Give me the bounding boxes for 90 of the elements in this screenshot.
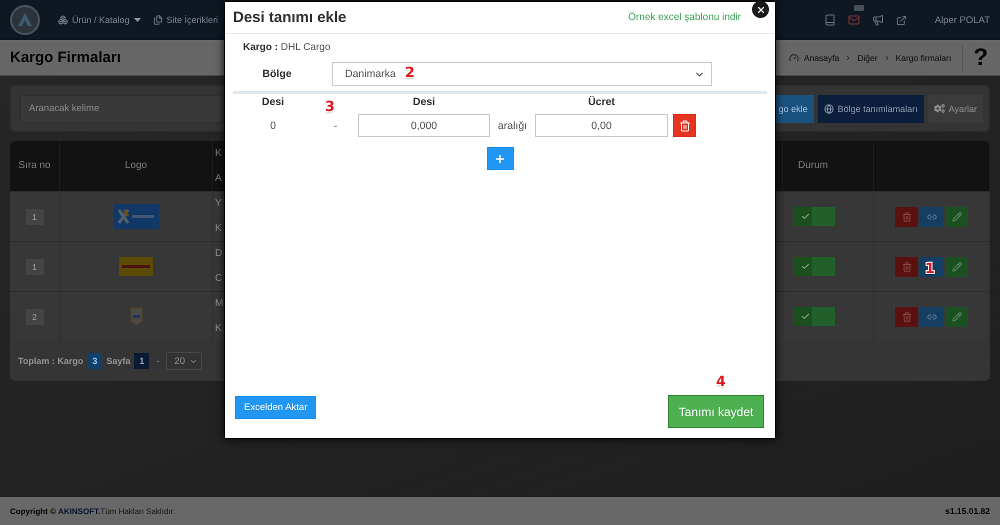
table-cell-text: K: [215, 223, 222, 235]
column-header: Logo: [124, 160, 148, 172]
table-cell-text: M: [215, 298, 224, 310]
rank-number: 1: [26, 208, 44, 224]
save-button[interactable]: Tanımı kaydet: [668, 395, 764, 428]
company-logo: [114, 204, 158, 229]
page-title: Kargo Firmaları: [10, 49, 121, 66]
total-label: Toplam : Kargo: [18, 356, 84, 366]
plus-icon: [494, 152, 506, 164]
desi-input[interactable]: 0,000: [358, 114, 490, 137]
globe-icon: [824, 104, 834, 114]
table-cell-text: Y: [215, 198, 222, 210]
notification-badge: [854, 5, 864, 11]
add-row-button[interactable]: [486, 147, 514, 170]
table-cell-text: K: [215, 323, 222, 335]
desi-start-value: 0: [270, 120, 276, 132]
close-button[interactable]: [752, 1, 769, 18]
delete-button[interactable]: [895, 306, 918, 326]
link-button[interactable]: [920, 256, 943, 276]
breadcrumb-link[interactable]: Diğer: [857, 52, 878, 62]
delete-row-button[interactable]: [673, 114, 696, 137]
range-dash: -: [334, 120, 338, 132]
table-cell-text: C: [215, 273, 222, 285]
annotation-number: 4: [716, 374, 726, 390]
status-toggle[interactable]: [793, 257, 835, 276]
column-header: Desi: [412, 96, 436, 108]
check-icon: [801, 312, 810, 321]
delete-button[interactable]: [895, 206, 918, 226]
pencil-icon: [952, 262, 962, 272]
company-logo: [119, 257, 153, 276]
mail-icon[interactable]: [848, 14, 860, 26]
column-header: K: [215, 148, 222, 160]
modal-title: Desi tanımı ekle: [233, 9, 346, 26]
check-icon: [801, 212, 810, 221]
cargo-info: Kargo : DHL Cargo: [243, 41, 330, 55]
copyright-text: Copyright © AKINSOFT.Tüm Hakları Saklıdır.: [10, 506, 176, 516]
toolbar-button[interactable]: Ayarlar: [928, 94, 983, 122]
range-label: aralığı: [498, 120, 528, 132]
status-toggle[interactable]: [793, 307, 835, 326]
column-header: Durum: [798, 160, 828, 172]
user-name[interactable]: Alper POLAT: [934, 14, 990, 26]
rank-number: 2: [26, 308, 44, 324]
column-header: Desi: [262, 96, 284, 108]
status-toggle[interactable]: [793, 207, 835, 226]
trash-icon: [902, 312, 912, 322]
template-download-link[interactable]: Örnek excel şablonu indir: [628, 12, 741, 23]
page-size-select[interactable]: 20: [166, 352, 202, 370]
pencil-icon: [952, 312, 962, 322]
files-icon: [152, 15, 163, 25]
megaphone-icon[interactable]: [872, 14, 884, 26]
dashboard-icon: [788, 52, 799, 62]
table-cell-text: D: [215, 248, 222, 260]
toolbar-button[interactable]: Bölge tanımlamaları: [818, 94, 924, 122]
trash-icon: [902, 212, 912, 222]
column-header: A: [215, 172, 222, 184]
region-label: Bölge: [261, 68, 293, 80]
menu-item[interactable]: Ürün / Katalog: [58, 15, 141, 25]
settings-icon: [934, 103, 945, 114]
annotation-number: 3: [325, 99, 335, 115]
version-text: s1.15.01.82: [945, 506, 990, 516]
link-icon: [926, 212, 936, 222]
boxes-icon: [58, 15, 68, 25]
pencil-icon: [952, 212, 962, 222]
annotation-number: 2: [405, 65, 415, 81]
edit-button[interactable]: [945, 306, 968, 326]
annotation-number: 1: [925, 261, 935, 277]
menu-item[interactable]: Site İçerikleri: [152, 15, 218, 25]
check-icon: [801, 262, 810, 271]
close-icon: [756, 4, 766, 14]
price-input[interactable]: 0,00: [535, 114, 668, 137]
page-label: Sayfa: [106, 356, 130, 366]
breadcrumb-link[interactable]: Anasayfa: [804, 52, 840, 62]
trash-icon: [678, 120, 690, 132]
breadcrumb-link[interactable]: Kargo firmaları: [896, 52, 952, 62]
help-mark[interactable]: ?: [962, 44, 988, 70]
link-icon: [926, 312, 936, 322]
page-number[interactable]: 1: [134, 353, 150, 369]
company-logo: [130, 307, 142, 326]
page-separator: -: [156, 356, 160, 366]
book-icon[interactable]: [824, 14, 836, 26]
column-header: Sıra no: [18, 160, 51, 172]
import-excel-button[interactable]: Excelden Aktar: [235, 396, 316, 419]
edit-button[interactable]: [945, 206, 968, 226]
search-field[interactable]: Aranacak kelime: [20, 94, 223, 122]
column-header: Ücret: [588, 96, 615, 108]
external-link-icon[interactable]: [896, 14, 907, 26]
trash-icon: [902, 262, 912, 272]
logo-icon[interactable]: [10, 5, 40, 35]
rank-number: 1: [26, 258, 44, 274]
total-count: 3: [87, 353, 102, 369]
